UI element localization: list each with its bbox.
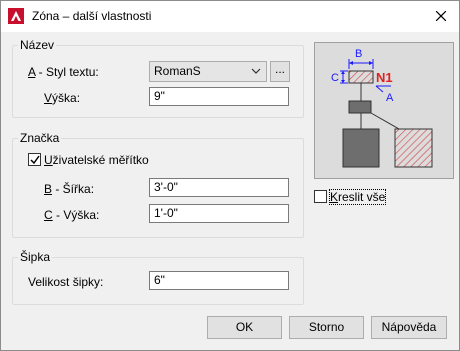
text-height-input[interactable]: 9" — [149, 87, 289, 106]
text-style-dropdown[interactable]: RomanS — [149, 61, 267, 82]
arrow-group-title: Šipka — [18, 250, 53, 264]
draw-all-label[interactable]: Kreslit vše — [328, 189, 387, 205]
user-scale-checkbox[interactable] — [28, 153, 41, 166]
preview-label-a: A — [386, 92, 394, 104]
checkmark-icon — [30, 155, 40, 165]
autocad-icon — [8, 8, 24, 24]
preview-label-c: C — [331, 72, 339, 84]
preview-panel: B C N1 A — [314, 42, 454, 179]
user-scale-label[interactable]: Uživatelské měřítko — [44, 153, 149, 167]
mark-width-input[interactable]: 3'-0" — [149, 178, 289, 197]
arrow-size-label: Velikost šipky: — [28, 275, 104, 289]
close-button[interactable] — [428, 4, 454, 28]
help-button[interactable]: Nápověda — [371, 316, 447, 339]
close-icon — [436, 11, 446, 21]
draw-all-checkbox[interactable] — [314, 190, 327, 203]
text-style-value: RomanS — [154, 64, 201, 78]
mark-height-input[interactable]: 1'-0" — [149, 204, 289, 223]
cancel-button[interactable]: Storno — [289, 316, 364, 339]
arrow-size-input[interactable]: 6" — [149, 271, 289, 290]
mark-height-label: C - Výška: — [44, 208, 100, 222]
preview-label-n1: N1 — [376, 70, 393, 85]
mark-group-title: Značka — [18, 131, 62, 145]
browse-style-button[interactable]: ... — [270, 61, 290, 82]
zone-preview-diagram: B C N1 A — [331, 48, 433, 168]
title-bar: Zóna – další vlastnosti — [1, 1, 459, 32]
text-height-label: Výška: — [44, 91, 81, 105]
text-style-label: A - Styl textu: — [28, 65, 99, 79]
ok-button[interactable]: OK — [207, 316, 282, 339]
mark-width-label: B - Šířka: — [44, 182, 95, 196]
chevron-down-icon — [251, 68, 261, 74]
zone-properties-dialog: Zóna – další vlastnosti Název A - Styl t… — [0, 0, 460, 351]
name-group-title: Název — [18, 38, 57, 52]
window-title: Zóna – další vlastnosti — [32, 9, 152, 23]
preview-label-b: B — [355, 48, 362, 60]
